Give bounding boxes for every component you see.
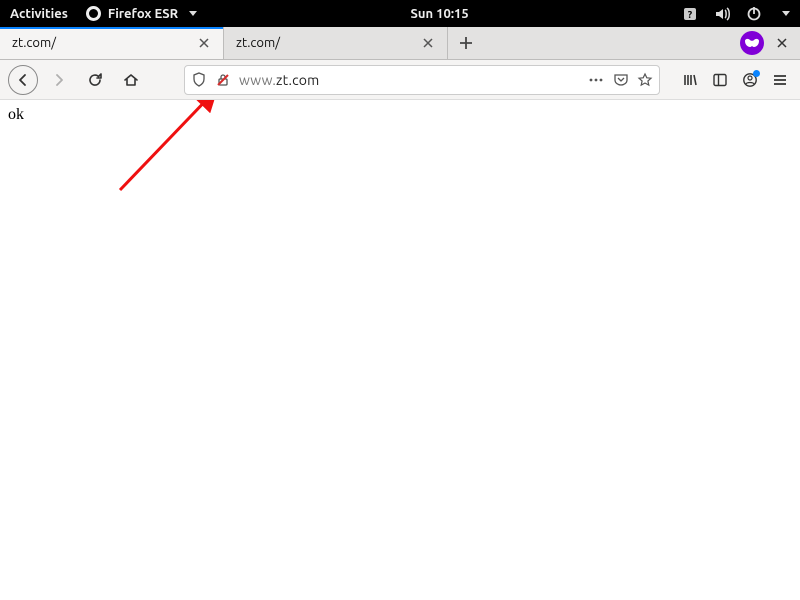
pocket-icon[interactable] — [613, 72, 629, 88]
home-icon — [123, 72, 139, 88]
os-topbar: Activities Firefox ESR Sun 10:15 ? — [0, 0, 800, 27]
chevron-down-icon — [782, 11, 790, 16]
account-button[interactable] — [742, 72, 758, 88]
activities-button[interactable]: Activities — [10, 7, 68, 21]
volume-icon — [714, 6, 730, 22]
forward-button — [44, 65, 74, 95]
plus-icon — [459, 36, 473, 50]
ellipsis-icon[interactable] — [587, 72, 605, 88]
tab-title: zt.com/ — [236, 36, 415, 50]
nav-toolbar: www.zt.com — [0, 60, 800, 100]
annotation-arrow — [0, 100, 260, 280]
reload-icon — [87, 72, 103, 88]
arrow-left-icon — [15, 72, 31, 88]
close-icon — [198, 37, 210, 49]
private-browsing-indicator — [740, 31, 764, 55]
insecure-lock-icon[interactable] — [215, 72, 231, 88]
sidebar-icon[interactable] — [712, 72, 728, 88]
url-bar[interactable]: www.zt.com — [184, 65, 660, 95]
back-button[interactable] — [8, 65, 38, 95]
page-body-text: ok — [8, 106, 24, 123]
window-close-button[interactable] — [776, 37, 788, 49]
hamburger-menu-icon[interactable] — [772, 72, 788, 88]
browser-tab[interactable]: zt.com/ — [0, 27, 224, 59]
arrow-right-icon — [51, 72, 67, 88]
app-name-label: Firefox ESR — [108, 7, 178, 21]
power-icon — [746, 6, 762, 22]
reload-button[interactable] — [80, 65, 110, 95]
account-icon — [742, 72, 758, 88]
home-button[interactable] — [116, 65, 146, 95]
library-icon[interactable] — [682, 72, 698, 88]
tab-close-button[interactable] — [195, 34, 213, 52]
chevron-down-icon — [189, 11, 197, 16]
clock[interactable]: Sun 10:15 — [197, 7, 682, 21]
tab-close-button[interactable] — [419, 34, 437, 52]
url-text: www.zt.com — [239, 72, 579, 88]
svg-text:?: ? — [688, 9, 693, 20]
close-icon — [422, 37, 434, 49]
shield-icon[interactable] — [191, 72, 207, 88]
close-icon — [776, 37, 788, 49]
tab-title: zt.com/ — [12, 36, 191, 50]
system-status-area[interactable]: ? — [682, 6, 790, 22]
firefox-icon — [86, 6, 101, 21]
new-tab-button[interactable] — [448, 27, 484, 59]
app-menu[interactable]: Firefox ESR — [86, 6, 197, 21]
page-content: ok — [0, 100, 800, 600]
accessibility-icon: ? — [682, 6, 698, 22]
mask-icon — [744, 38, 760, 48]
tab-strip: zt.com/ zt.com/ — [0, 27, 800, 60]
bookmark-star-icon[interactable] — [637, 72, 653, 88]
browser-tab[interactable]: zt.com/ — [224, 27, 448, 59]
